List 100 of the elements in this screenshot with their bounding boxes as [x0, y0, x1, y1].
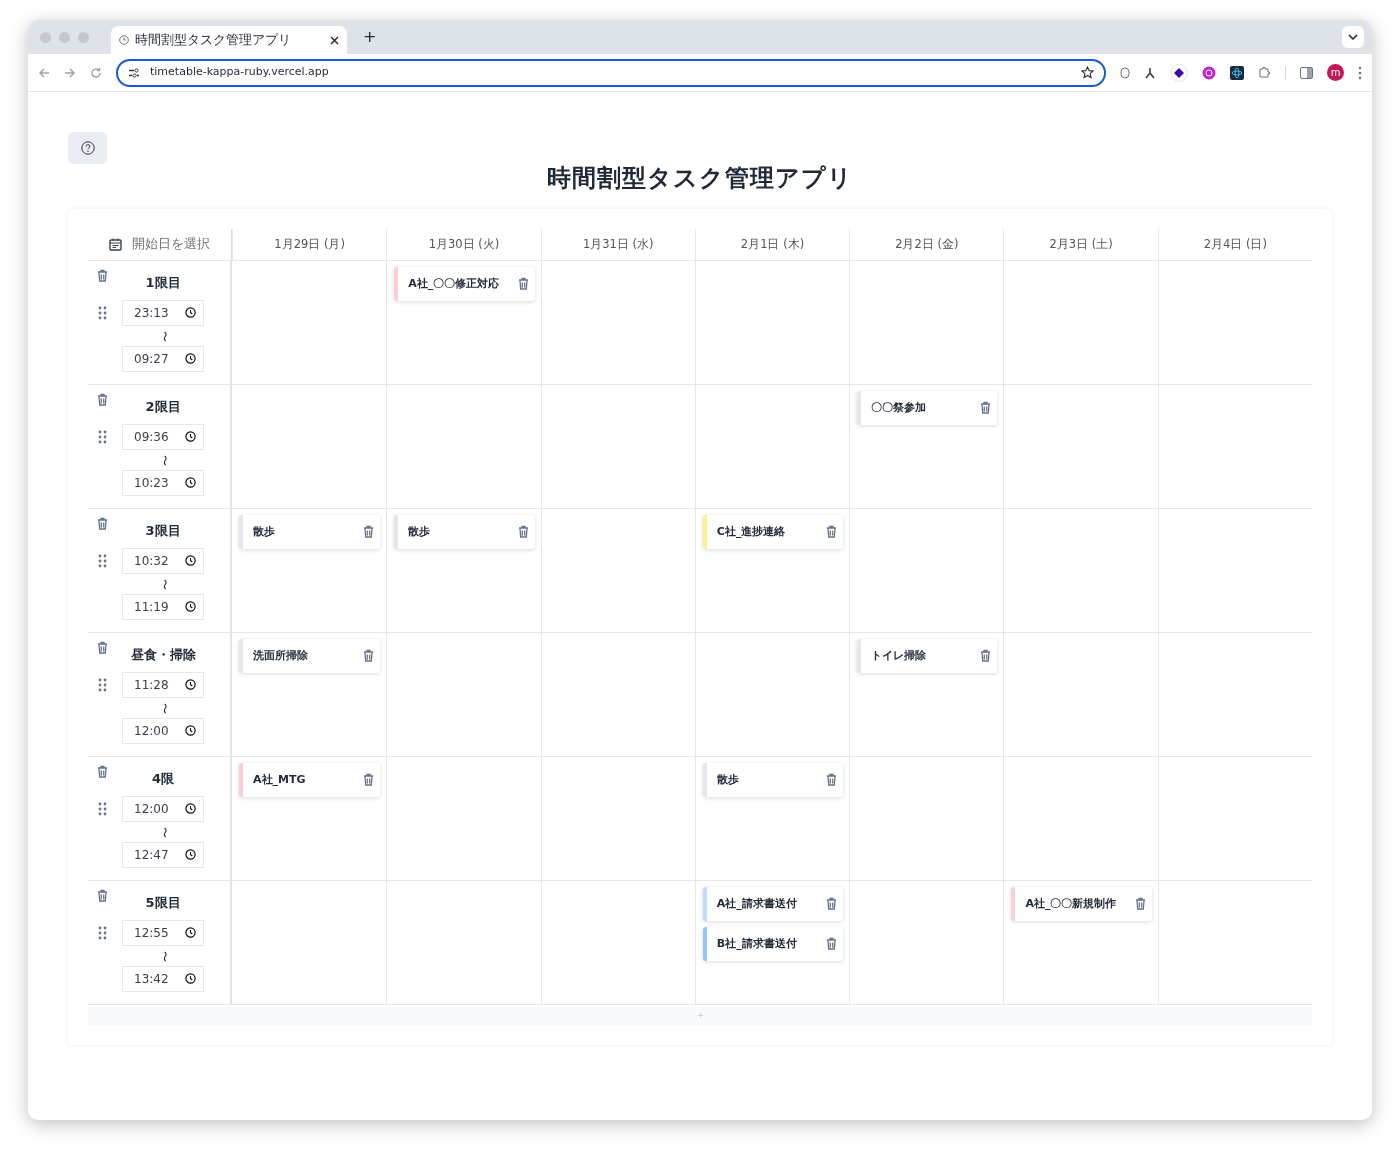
timetable-cell[interactable] [1157, 384, 1312, 509]
time-field[interactable]: 12:55 [122, 920, 204, 947]
timetable-cell[interactable] [1003, 384, 1158, 509]
timetable-cell[interactable] [540, 508, 695, 633]
clock-icon[interactable] [185, 555, 196, 567]
extension-icon[interactable] [1230, 65, 1244, 80]
drag-handle-icon[interactable] [97, 429, 107, 444]
task-card[interactable]: 散歩 [702, 762, 844, 797]
tune-icon[interactable] [128, 67, 140, 78]
clock-icon[interactable] [185, 431, 196, 443]
trash-icon[interactable] [363, 649, 375, 663]
time-field[interactable]: 13:42 [122, 966, 204, 993]
timetable-cell[interactable] [386, 880, 541, 1005]
drag-handle-icon[interactable] [97, 553, 107, 568]
clock-icon[interactable] [185, 725, 196, 737]
clock-icon[interactable] [185, 307, 196, 319]
task-card[interactable]: A社_〇〇修正対応 [394, 266, 535, 301]
timetable-cell[interactable] [1157, 260, 1312, 385]
puzzle-icon[interactable] [1258, 66, 1271, 79]
extension-icon[interactable] [1144, 66, 1156, 79]
timetable-cell[interactable] [540, 880, 695, 1005]
timetable-cell[interactable] [694, 632, 850, 757]
side-panel-icon[interactable] [1300, 66, 1313, 79]
trash-icon[interactable] [96, 640, 108, 654]
task-card[interactable]: A社_〇〇新規制作 [1011, 886, 1152, 921]
timetable-cell[interactable] [1003, 632, 1158, 757]
clock-icon[interactable] [185, 679, 196, 691]
clock-icon[interactable] [185, 601, 196, 613]
kebab-menu-icon[interactable] [1358, 65, 1362, 80]
clock-icon[interactable] [185, 927, 196, 939]
timetable-cell[interactable] [386, 632, 541, 757]
trash-icon[interactable] [96, 764, 108, 778]
timetable-cell[interactable] [386, 384, 541, 509]
trash-icon[interactable] [826, 773, 838, 787]
help-button[interactable] [68, 132, 107, 164]
trash-icon[interactable] [826, 897, 838, 911]
timetable-cell[interactable] [540, 632, 695, 757]
drag-handle-icon[interactable] [97, 305, 107, 320]
reload-icon[interactable] [90, 66, 102, 79]
clock-icon[interactable] [185, 803, 196, 815]
timetable-cell[interactable] [694, 260, 850, 385]
time-field[interactable]: 11:19 [122, 594, 204, 621]
task-card[interactable]: 散歩 [239, 514, 381, 549]
timetable-cell[interactable]: トイレ掃除 [849, 632, 1004, 757]
time-field[interactable]: 10:32 [122, 548, 204, 575]
trash-icon[interactable] [363, 525, 375, 539]
time-field[interactable]: 09:36 [122, 424, 204, 451]
timetable-cell[interactable] [849, 260, 1004, 385]
timetable-cell[interactable] [540, 384, 695, 509]
clock-icon[interactable] [185, 973, 196, 985]
drag-handle-icon[interactable] [97, 925, 107, 940]
forward-arrow-icon[interactable] [64, 66, 76, 79]
trash-icon[interactable] [826, 525, 838, 539]
timetable-cell[interactable] [1157, 632, 1312, 757]
timetable-cell[interactable]: 洗面所掃除 [232, 632, 387, 757]
timetable-cell[interactable]: A社_〇〇新規制作 [1003, 880, 1158, 1005]
task-card[interactable]: 洗面所掃除 [239, 638, 381, 673]
time-field[interactable]: 10:23 [122, 470, 204, 497]
timetable-cell[interactable]: 散歩 [694, 756, 850, 881]
task-card[interactable]: 散歩 [394, 514, 535, 549]
trash-icon[interactable] [1134, 897, 1146, 911]
time-field[interactable]: 12:00 [122, 796, 204, 823]
task-card[interactable]: A社_請求書送付 [702, 886, 844, 921]
timetable-cell[interactable] [1003, 508, 1158, 633]
timetable-cell[interactable]: A社_請求書送付 B社_請求書送付 [694, 880, 850, 1005]
trash-icon[interactable] [96, 516, 108, 530]
star-icon[interactable] [1081, 66, 1094, 79]
timetable-cell[interactable] [1003, 260, 1158, 385]
timetable-cell[interactable] [540, 260, 695, 385]
trash-icon[interactable] [96, 268, 108, 282]
timetable-cell[interactable] [1003, 756, 1158, 881]
time-field[interactable]: 12:47 [122, 842, 204, 869]
drag-handle-icon[interactable] [97, 677, 107, 692]
timetable-cell[interactable]: 〇〇祭参加 [849, 384, 1004, 509]
trash-icon[interactable] [980, 401, 992, 415]
new-tab-button[interactable]: + [363, 25, 377, 49]
profile-avatar[interactable]: m [1327, 64, 1344, 81]
time-field[interactable]: 12:00 [122, 718, 204, 745]
time-field[interactable]: 11:28 [122, 672, 204, 699]
clock-icon[interactable] [185, 477, 196, 489]
timetable-cell[interactable]: 散歩 [232, 508, 387, 633]
timetable-cell[interactable] [849, 508, 1004, 633]
timetable-cell[interactable] [694, 384, 850, 509]
back-arrow-icon[interactable] [38, 66, 50, 79]
drag-handle-icon[interactable] [97, 801, 107, 816]
timetable-cell[interactable] [849, 756, 1004, 881]
trash-icon[interactable] [517, 525, 529, 539]
timetable-cell[interactable] [1157, 756, 1312, 881]
task-card[interactable]: B社_請求書送付 [702, 926, 844, 961]
timetable-cell[interactable] [386, 756, 541, 881]
task-card[interactable]: A社_MTG [239, 762, 381, 797]
task-card[interactable]: トイレ掃除 [857, 638, 998, 673]
timetable-cell[interactable]: A社_〇〇修正対応 [386, 260, 541, 385]
task-card[interactable]: C社_進捗連絡 [702, 514, 844, 549]
timetable-cell[interactable] [540, 756, 695, 881]
browser-tab[interactable]: 時間割型タスク管理アプリ [111, 26, 347, 54]
timetable-cell[interactable]: 散歩 [386, 508, 541, 633]
clock-icon[interactable] [185, 353, 196, 365]
close-icon[interactable] [330, 35, 339, 45]
timetable-cell[interactable] [849, 880, 1004, 1005]
